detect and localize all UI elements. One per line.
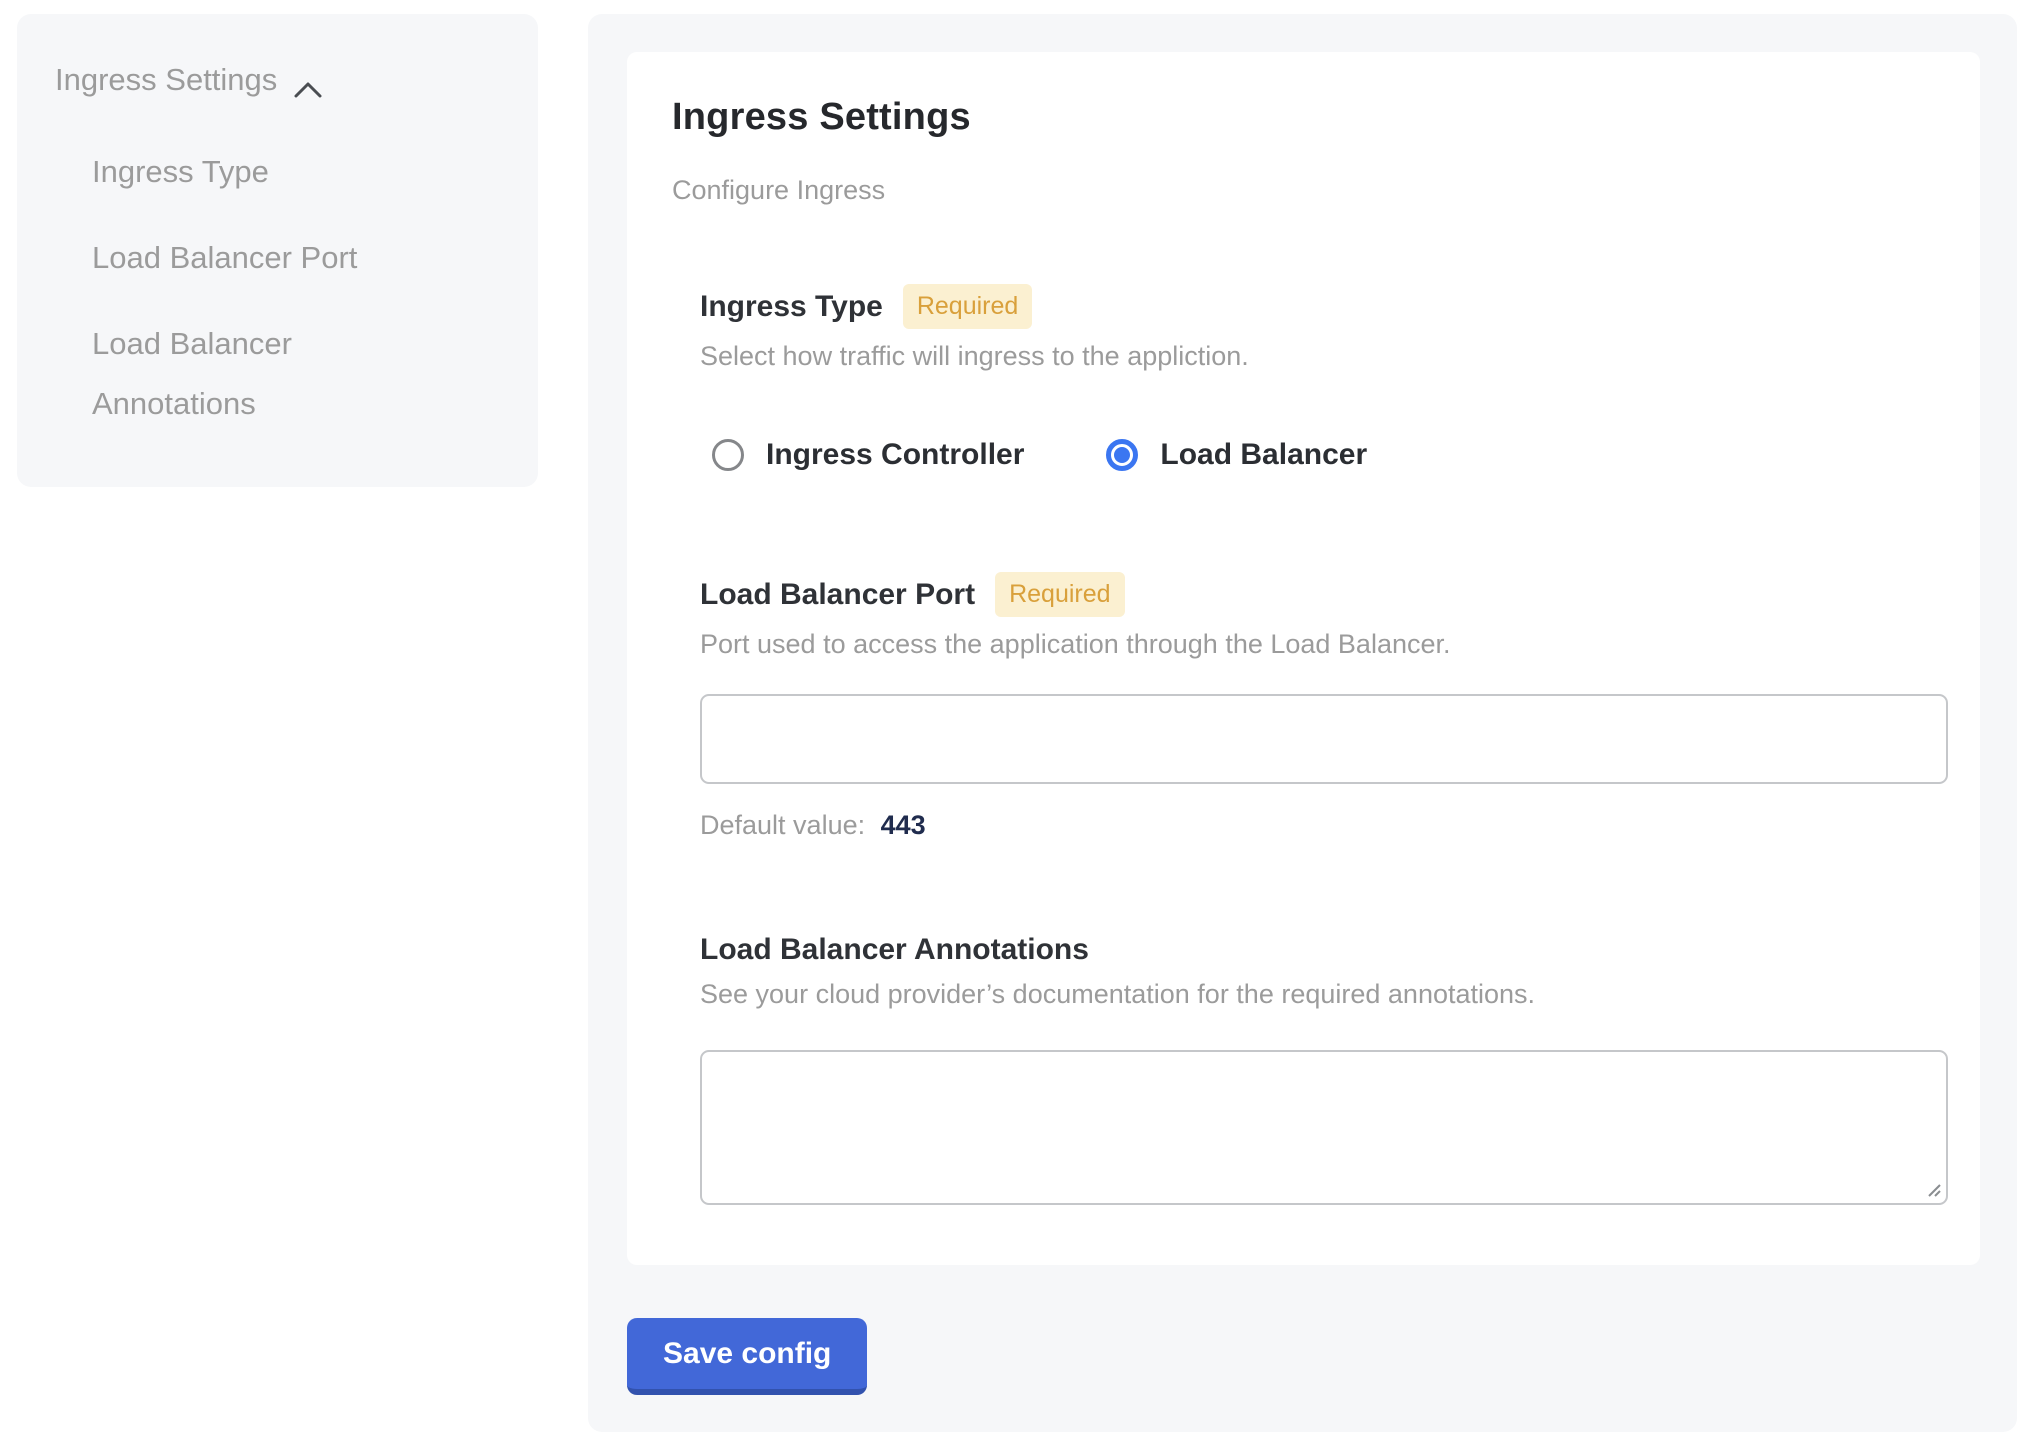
load-balancer-annotations-textarea[interactable] bbox=[700, 1050, 1948, 1205]
radio-label: Ingress Controller bbox=[766, 438, 1024, 472]
default-value-row: Default value: 443 bbox=[700, 810, 1935, 841]
section-load-balancer-annotations: Load Balancer Annotations See your cloud… bbox=[700, 933, 1935, 1205]
section-header: Ingress Type Required bbox=[700, 284, 1935, 329]
lb-port-description: Port used to access the application thro… bbox=[700, 629, 1935, 660]
ingress-settings-card: Ingress Settings Configure Ingress Ingre… bbox=[627, 52, 1980, 1265]
sidebar-section-ingress-settings[interactable]: Ingress Settings bbox=[55, 62, 500, 98]
radio-unselected-icon bbox=[712, 439, 744, 471]
required-badge: Required bbox=[903, 284, 1032, 329]
main-panel: Ingress Settings Configure Ingress Ingre… bbox=[588, 14, 2017, 1432]
page-title: Ingress Settings bbox=[672, 96, 1935, 139]
section-ingress-type: Ingress Type Required Select how traffic… bbox=[700, 284, 1935, 472]
section-header: Load Balancer Annotations bbox=[700, 933, 1935, 967]
lb-port-label: Load Balancer Port bbox=[700, 578, 975, 612]
radio-option-load-balancer[interactable]: Load Balancer bbox=[1106, 438, 1367, 472]
radio-selected-icon bbox=[1106, 439, 1138, 471]
sidebar-item-load-balancer-annotations[interactable]: Load Balancer Annotations bbox=[92, 314, 432, 434]
sidebar-item-ingress-type[interactable]: Ingress Type bbox=[92, 142, 432, 202]
radio-option-ingress-controller[interactable]: Ingress Controller bbox=[712, 438, 1024, 472]
save-config-button[interactable]: Save config bbox=[627, 1318, 867, 1395]
lb-annotations-label: Load Balancer Annotations bbox=[700, 933, 1089, 967]
lb-annotations-description: See your cloud provider’s documentation … bbox=[700, 979, 1935, 1010]
ingress-type-label: Ingress Type bbox=[700, 290, 883, 324]
ingress-settings-screen: Ingress Settings Ingress Type Load Balan… bbox=[0, 0, 2036, 1452]
ingress-type-radio-group: Ingress Controller Load Balancer bbox=[700, 438, 1935, 472]
sidebar-section-label: Ingress Settings bbox=[55, 62, 277, 98]
sidebar-item-list: Ingress Type Load Balancer Port Load Bal… bbox=[92, 142, 500, 434]
annotations-textarea-wrap bbox=[700, 1050, 1948, 1205]
sidebar-item-load-balancer-port[interactable]: Load Balancer Port bbox=[92, 228, 432, 288]
default-value-label: Default value: bbox=[700, 810, 865, 840]
radio-label: Load Balancer bbox=[1160, 438, 1367, 472]
page-subtitle: Configure Ingress bbox=[672, 175, 1935, 206]
resize-handle-icon[interactable] bbox=[1925, 1181, 1943, 1199]
chevron-up-icon bbox=[293, 71, 323, 89]
ingress-type-description: Select how traffic will ingress to the a… bbox=[700, 341, 1935, 372]
settings-sidebar: Ingress Settings Ingress Type Load Balan… bbox=[17, 14, 538, 487]
load-balancer-port-input[interactable] bbox=[700, 694, 1948, 784]
section-header: Load Balancer Port Required bbox=[700, 572, 1935, 617]
section-load-balancer-port: Load Balancer Port Required Port used to… bbox=[700, 572, 1935, 841]
required-badge: Required bbox=[995, 572, 1124, 617]
default-value: 443 bbox=[881, 810, 926, 840]
